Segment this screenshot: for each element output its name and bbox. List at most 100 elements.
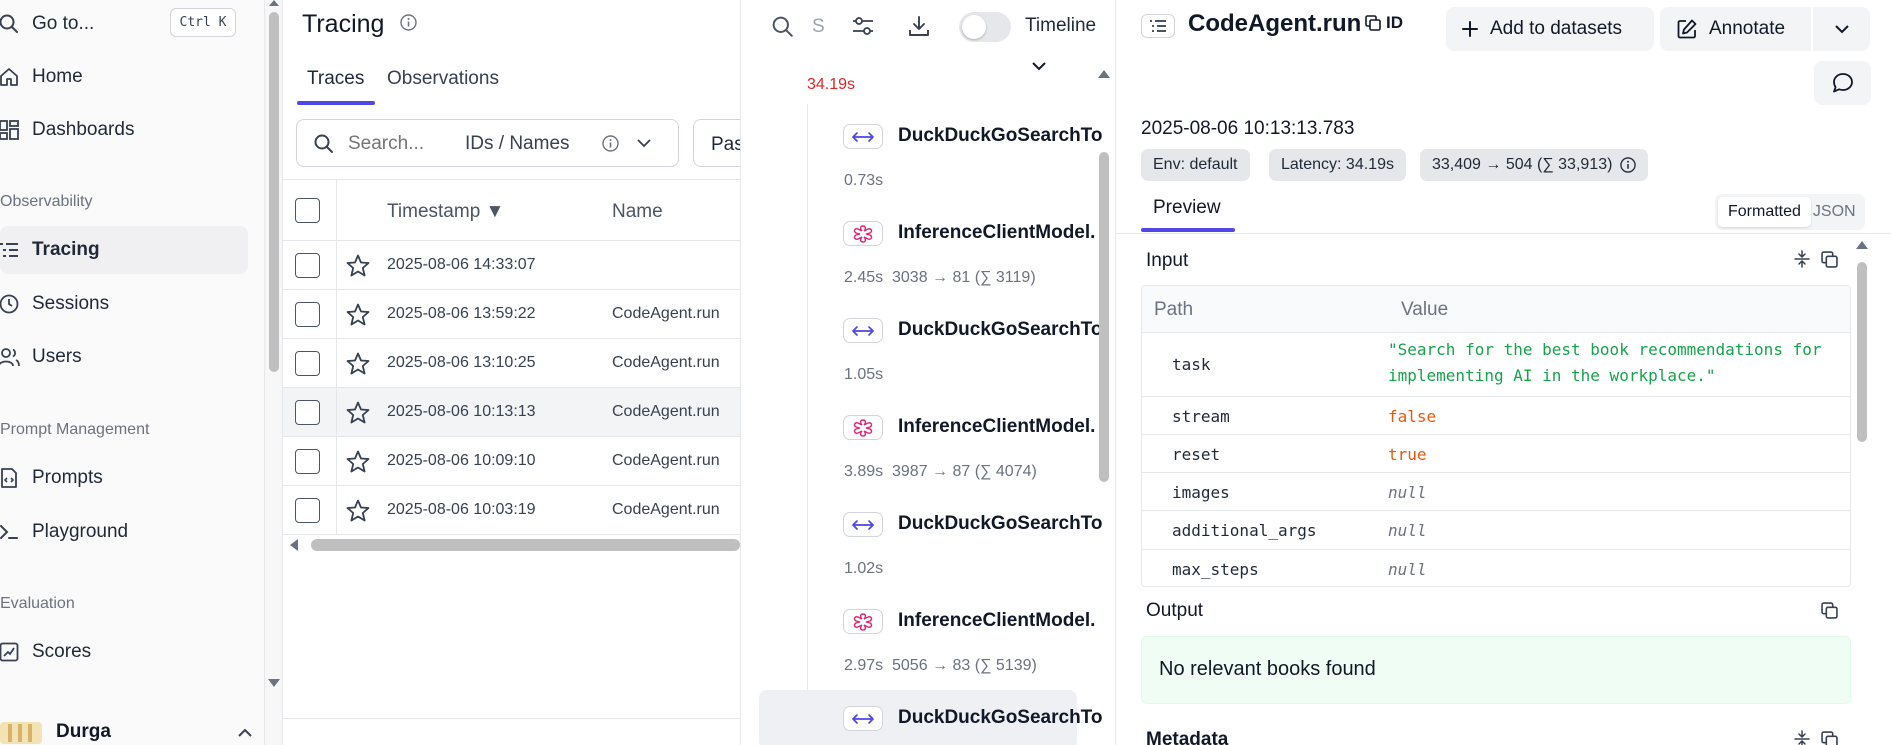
node-title: InferenceClientModel. — [898, 416, 1096, 437]
tree-node[interactable]: DuckDuckGoSearchTo 0.73s — [741, 120, 1102, 194]
sidebar-item-users[interactable]: Users — [0, 333, 248, 381]
tree-node[interactable]: InferenceClientModel. 2.45s 3038 → 81 (∑… — [741, 217, 1095, 291]
node-title: DuckDuckGoSearchTo — [898, 707, 1103, 728]
users-icon — [0, 346, 20, 368]
search-icon[interactable] — [772, 16, 794, 38]
horizontal-scrollbar[interactable] — [283, 535, 740, 555]
sidebar-item-playground[interactable]: Playground — [0, 508, 248, 556]
tab-observations[interactable]: Observations — [387, 68, 499, 90]
section-title-evaluation: Evaluation — [0, 595, 75, 612]
input-value: null — [1388, 521, 1427, 540]
plus-icon — [1462, 21, 1478, 37]
node-tokens: 3987 → 87 (∑ 4074) — [892, 463, 1037, 480]
expand-icon[interactable] — [1794, 730, 1810, 745]
filter-button[interactable]: Pas — [693, 119, 740, 167]
scroll-down-arrow-icon[interactable] — [268, 679, 280, 687]
copy-icon — [1365, 15, 1381, 31]
annotate-button[interactable]: Annotate — [1660, 7, 1811, 51]
scroll-up-arrow-icon[interactable] — [269, 0, 279, 6]
view-json-button[interactable]: JSON — [1811, 197, 1862, 227]
chevron-down-icon — [1834, 24, 1849, 34]
collapse-icon[interactable] — [1794, 250, 1810, 268]
sidebar-item-home[interactable]: Home — [0, 53, 248, 101]
cell-name: CodeAgent.run — [612, 403, 720, 420]
metadata-section-title: Metadata — [1146, 729, 1229, 745]
tree-node-selected[interactable]: DuckDuckGoSearchTo — [741, 702, 1102, 745]
input-key: additional_args — [1172, 521, 1317, 540]
row-checkbox[interactable] — [295, 253, 320, 278]
scroll-thumb[interactable] — [311, 539, 740, 551]
tree-node[interactable]: DuckDuckGoSearchTo 1.05s — [741, 314, 1102, 388]
scroll-thumb[interactable] — [269, 12, 279, 372]
row-checkbox[interactable] — [295, 302, 320, 327]
table-row[interactable]: 2025-08-06 13:10:25 CodeAgent.run — [283, 339, 740, 388]
column-timestamp[interactable]: Timestamp ▼ — [387, 201, 504, 223]
cell-timestamp: 2025-08-06 10:09:10 — [387, 452, 536, 469]
search-input[interactable] — [348, 130, 458, 158]
input-table-header: Path Value — [1142, 286, 1850, 333]
copy-icon[interactable] — [1821, 731, 1838, 745]
sidebar-item-prompts[interactable]: Prompts — [0, 454, 248, 502]
add-to-datasets-button[interactable]: Add to datasets — [1446, 7, 1654, 51]
view-formatted-button[interactable]: Formatted — [1718, 197, 1811, 227]
tree-scroll-thumb[interactable] — [1099, 152, 1109, 482]
active-tab-indicator — [297, 101, 375, 105]
sidebar-item-sessions[interactable]: Sessions — [0, 280, 248, 328]
column-name[interactable]: Name — [612, 201, 663, 223]
goto-command[interactable]: Go to... Ctrl K — [0, 0, 248, 48]
table-row[interactable]: 2025-08-06 14:33:07 — [283, 241, 740, 290]
cell-name: CodeAgent.run — [612, 452, 720, 469]
timeline-toggle[interactable] — [959, 12, 1011, 42]
annotate-dropdown-button[interactable] — [1813, 7, 1870, 51]
tree-node[interactable]: DuckDuckGoSearchTo 1.02s — [741, 508, 1102, 582]
star-icon[interactable] — [346, 352, 370, 375]
star-icon[interactable] — [346, 401, 370, 424]
select-all-checkbox[interactable] — [295, 198, 320, 223]
copy-icon[interactable] — [1821, 251, 1838, 268]
user-menu[interactable]: Durga — [0, 712, 264, 745]
edit-icon — [1677, 19, 1697, 39]
sidebar-item-dashboards[interactable]: Dashboards — [0, 106, 248, 154]
row-checkbox[interactable] — [295, 400, 320, 425]
search-mode-select[interactable]: IDs / Names — [465, 120, 679, 166]
settings-sliders-icon[interactable] — [851, 15, 875, 37]
row-checkbox[interactable] — [295, 449, 320, 474]
sidebar-scrollbar[interactable] — [265, 0, 283, 745]
output-section-title: Output — [1146, 600, 1204, 621]
copy-id-button[interactable]: ID — [1365, 12, 1415, 38]
row-checkbox[interactable] — [295, 351, 320, 376]
comment-button[interactable] — [1814, 61, 1871, 105]
table-row[interactable]: 2025-08-06 10:09:10 CodeAgent.run — [283, 437, 740, 486]
node-title: DuckDuckGoSearchTo — [898, 319, 1103, 340]
detail-scroll-thumb[interactable] — [1857, 262, 1867, 442]
download-icon[interactable] — [907, 14, 931, 38]
table-row[interactable]: 2025-08-06 10:03:19 CodeAgent.run — [283, 486, 740, 535]
node-latency: 3.89s — [844, 463, 884, 480]
star-icon[interactable] — [346, 499, 370, 522]
info-icon[interactable] — [400, 14, 417, 31]
row-checkbox[interactable] — [295, 498, 320, 523]
scroll-up-arrow-icon[interactable] — [1098, 70, 1110, 78]
tree-search-input[interactable]: S — [812, 16, 825, 38]
sidebar-item-scores[interactable]: Scores — [0, 628, 248, 676]
table-row[interactable]: 2025-08-06 13:59:22 CodeAgent.run — [283, 290, 740, 339]
generation-icon — [843, 415, 883, 440]
scroll-left-arrow-icon[interactable] — [290, 539, 298, 551]
sidebar-item-tracing[interactable]: Tracing — [0, 226, 248, 274]
star-icon[interactable] — [346, 254, 370, 277]
tab-traces[interactable]: Traces — [307, 68, 364, 90]
star-icon[interactable] — [346, 303, 370, 326]
star-icon[interactable] — [346, 450, 370, 473]
table-row-selected[interactable]: 2025-08-06 10:13:13 CodeAgent.run — [283, 388, 740, 437]
chevron-down-icon[interactable] — [1032, 62, 1046, 71]
tree-node[interactable]: InferenceClientModel. 3.89s 3987 → 87 (∑… — [741, 411, 1095, 485]
node-title: DuckDuckGoSearchTo — [898, 125, 1103, 146]
tab-preview[interactable]: Preview — [1153, 197, 1221, 219]
input-key: stream — [1172, 407, 1230, 426]
input-value: false — [1388, 407, 1437, 426]
input-value: null — [1388, 560, 1427, 579]
copy-icon[interactable] — [1821, 602, 1838, 619]
tree-node[interactable]: InferenceClientModel. 2.97s 5056 → 83 (∑… — [741, 605, 1095, 679]
input-table: Path Value task "Search for the best boo… — [1141, 285, 1851, 587]
scroll-up-arrow-icon[interactable] — [1856, 241, 1868, 249]
